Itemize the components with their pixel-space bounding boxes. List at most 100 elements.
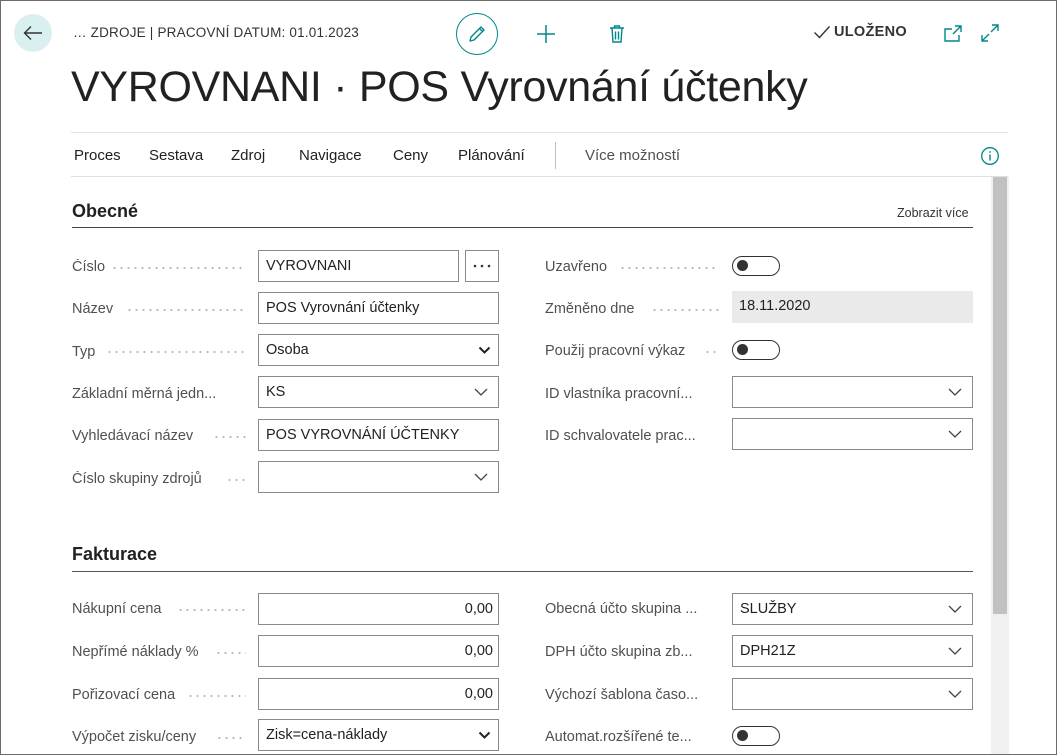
label-leader [215, 652, 246, 654]
timesheet-approver-field[interactable] [732, 418, 973, 450]
field-label-last-modified: Změněno dne [545, 301, 635, 317]
chevron-down-icon [948, 690, 962, 698]
number-field[interactable]: VYROVNANI [258, 250, 459, 282]
save-status-label: ULOŽENO [834, 24, 907, 40]
label-leader [226, 479, 246, 481]
label-leader [177, 609, 246, 611]
arrow-left-icon [23, 26, 42, 40]
gen-prod-posting-group-field[interactable]: SLUŽBY [732, 593, 973, 625]
open-new-window-icon [944, 25, 962, 42]
action-proces[interactable]: Proces [74, 147, 121, 164]
trash-icon [610, 25, 624, 43]
direct-cost-field[interactable]: 0,00 [258, 593, 499, 625]
action-separator [555, 142, 556, 169]
field-label-indirect-cost: Nepřímé náklady % [72, 644, 199, 660]
field-label-unit-cost: Pořizovací cena [72, 687, 176, 703]
unit-cost-field[interactable]: 0,00 [258, 678, 499, 710]
page-frame: … ZDROJE | PRACOVNÍ DATUM: 01.01.2023 UL… [0, 0, 1057, 755]
number-assist-button[interactable] [465, 250, 499, 282]
chevron-down-icon [948, 647, 962, 655]
plus-icon [537, 25, 555, 43]
field-label-price-profit-calc: Výpočet zisku/ceny [72, 729, 197, 745]
field-label-timesheet-owner: ID vlastníka pracovní... [545, 386, 693, 402]
chevron-down-icon [474, 388, 488, 396]
pencil-icon [469, 26, 485, 42]
timesheet-owner-field[interactable] [732, 376, 973, 408]
field-label-automatic-ext-texts: Automat.rozšířené te... [545, 729, 692, 745]
field-label-timesheet-approver: ID schvalovatele prac... [545, 428, 696, 444]
chevron-down-icon [478, 731, 491, 739]
type-select[interactable]: Osoba [258, 334, 499, 366]
field-label-number: Číslo [72, 259, 106, 275]
section-title-invoicing[interactable]: Fakturace [72, 544, 157, 565]
price-profit-calc-value: Zisk=cena-náklady [266, 727, 388, 743]
scrollbar-thumb[interactable] [993, 177, 1007, 614]
last-modified-field: 18.11.2020 [732, 291, 973, 323]
base-unit-field[interactable]: KS [258, 376, 499, 408]
new-button[interactable] [534, 22, 558, 46]
gen-prod-posting-group-value: SLUŽBY [740, 601, 797, 617]
label-leader [213, 436, 246, 438]
show-more-link[interactable]: Zobrazit více [897, 206, 969, 220]
toggle-knob [737, 260, 748, 271]
section-title-general[interactable]: Obecné [72, 201, 138, 222]
field-label-vat-prod-posting-group: DPH účto skupina zb... [545, 644, 693, 660]
field-label-base-unit: Základní měrná jedn... [72, 386, 217, 402]
field-label-default-deferral-template: Výchozí šablona časo... [545, 687, 699, 703]
resource-group-field[interactable] [258, 461, 499, 493]
vat-prod-posting-group-field[interactable]: DPH21Z [732, 635, 973, 667]
action-zdroj[interactable]: Zdroj [231, 147, 265, 164]
action-ceny[interactable]: Ceny [393, 147, 428, 164]
chevron-down-icon [948, 430, 962, 438]
label-leader [651, 309, 719, 311]
toggle-knob [737, 344, 748, 355]
field-label-use-timesheet: Použij pracovní výkaz [545, 343, 686, 359]
checkmark-icon [814, 26, 831, 39]
toggle-knob [737, 730, 748, 741]
delete-button[interactable] [605, 22, 629, 46]
type-select-value: Osoba [266, 342, 309, 358]
field-label-search-name: Vyhledávací název [72, 428, 194, 444]
base-unit-value: KS [266, 384, 286, 400]
label-leader [187, 695, 246, 697]
open-in-new-window-button[interactable] [942, 23, 964, 45]
action-sestava[interactable]: Sestava [149, 147, 203, 164]
chevron-down-icon [948, 605, 962, 613]
edit-button[interactable] [456, 13, 498, 55]
indirect-cost-field[interactable]: 0,00 [258, 635, 499, 667]
action-navigace[interactable]: Navigace [299, 147, 362, 164]
label-leader [106, 351, 246, 353]
price-profit-calc-select[interactable]: Zisk=cena-náklady [258, 719, 499, 751]
default-deferral-template-field[interactable] [732, 678, 973, 710]
field-label-direct-cost: Nákupní cena [72, 601, 162, 617]
field-label-resource-group: Číslo skupiny zdrojů [72, 471, 202, 487]
label-leader [216, 737, 246, 739]
field-label-gen-prod-posting-group: Obecná účto skupina ... [545, 601, 698, 617]
label-leader [126, 309, 246, 311]
expand-icon [981, 24, 999, 42]
back-button[interactable] [14, 14, 52, 52]
breadcrumb[interactable]: … ZDROJE | PRACOVNÍ DATUM: 01.01.2023 [73, 25, 359, 40]
field-label-type: Typ [72, 344, 96, 360]
automatic-ext-texts-toggle[interactable] [732, 726, 780, 746]
ellipsis-icon [473, 264, 491, 268]
action-planovani[interactable]: Plánování [458, 147, 525, 164]
label-leader [619, 267, 719, 269]
info-icon[interactable] [980, 146, 1000, 166]
label-leader [704, 351, 719, 353]
chevron-down-icon [478, 346, 491, 354]
name-field[interactable]: POS Vyrovnání účtenky [258, 292, 499, 324]
section-divider [72, 227, 973, 228]
action-bar: Proces Sestava Zdroj Navigace Ceny Pláno… [71, 132, 1008, 177]
vat-prod-posting-group-value: DPH21Z [740, 643, 796, 659]
chevron-down-icon [474, 473, 488, 481]
search-name-field[interactable]: POS VYROVNÁNÍ ÚČTENKY [258, 419, 499, 451]
expand-button[interactable] [979, 22, 1001, 44]
section-divider [72, 571, 973, 572]
label-leader [111, 267, 246, 269]
more-options-button[interactable]: Více možností [585, 147, 680, 164]
use-timesheet-toggle[interactable] [732, 340, 780, 360]
page-title: VYROVNANI · POS Vyrovnání účtenky [71, 63, 808, 111]
blocked-toggle[interactable] [732, 256, 780, 276]
chevron-down-icon [948, 388, 962, 396]
